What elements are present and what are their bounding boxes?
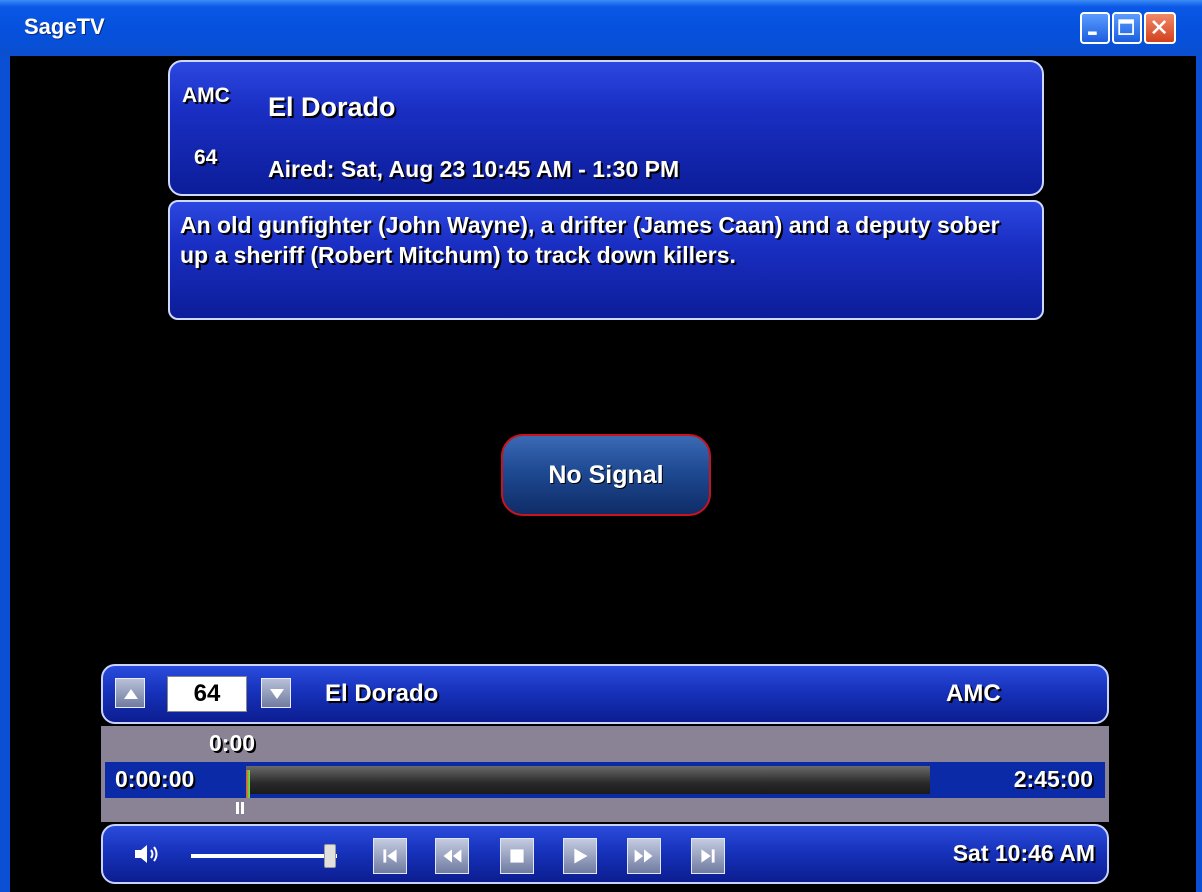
timeline-marker-label: 0:00 [209,730,256,756]
playback-controls: Sat 10:46 AM [101,824,1109,884]
window-title: SageTV [24,14,105,39]
timeline[interactable]: 0:00 0:00:00 2:45:00 [101,726,1109,822]
rewind-icon [443,849,462,863]
timeline-start-time: 0:00:00 [115,766,195,792]
rewind-button[interactable] [435,838,469,874]
volume-slider-track[interactable] [191,854,337,858]
minimize-button[interactable] [1080,12,1110,44]
play-button[interactable] [563,838,597,874]
close-icon [1152,20,1167,35]
channel-callsign: AMC [182,84,230,107]
minimize-icon [1088,31,1097,35]
arrow-up-icon [124,689,138,699]
volume-slider-handle[interactable] [324,844,336,868]
maximize-button[interactable] [1112,12,1142,44]
program-description: An old gunfighter (John Wayne), a drifte… [180,212,1000,268]
osd-callsign: AMC [946,680,1001,707]
stop-button[interactable] [500,838,534,874]
channel-number: 64 [194,146,218,169]
timeline-end-time: 2:45:00 [1013,766,1093,792]
channel-up-button[interactable] [115,678,145,708]
no-signal-indicator: No Signal [501,434,711,516]
timeline-bar: 0:00:00 2:45:00 [105,762,1105,798]
stop-icon [510,849,524,863]
volume-icon[interactable] [133,842,161,866]
osd-program-title: El Dorado [325,680,439,707]
timeline-track[interactable] [246,766,930,798]
fast-forward-button[interactable] [627,838,661,874]
window-frame-left [0,56,10,892]
close-button[interactable] [1144,12,1176,44]
skip-forward-button[interactable] [691,838,725,874]
aired-time: Aired: Sat, Aug 23 10:45 AM - 1:30 PM [268,156,680,182]
skip-forward-icon [701,849,715,863]
skip-back-button[interactable] [373,838,407,874]
program-description-panel: An old gunfighter (John Wayne), a drifte… [168,200,1044,320]
channel-input[interactable]: 64 [167,676,247,712]
maximize-icon [1118,19,1134,35]
arrow-down-icon [270,689,284,699]
window-titlebar[interactable]: SageTV [0,0,1202,56]
skip-back-icon [383,849,397,863]
channel-down-button[interactable] [261,678,291,708]
clock: Sat 10:46 AM [952,840,1095,866]
window-frame-right [1196,56,1202,892]
playhead[interactable] [246,770,250,798]
pause-indicator-icon [236,802,244,814]
program-info-panel: AMC El Dorado 64 Aired: Sat, Aug 23 10:4… [168,60,1044,196]
program-title: El Dorado [268,92,396,122]
channel-bar: 64 El Dorado AMC [101,664,1109,724]
play-icon [574,848,588,864]
fast-forward-icon [634,849,653,863]
